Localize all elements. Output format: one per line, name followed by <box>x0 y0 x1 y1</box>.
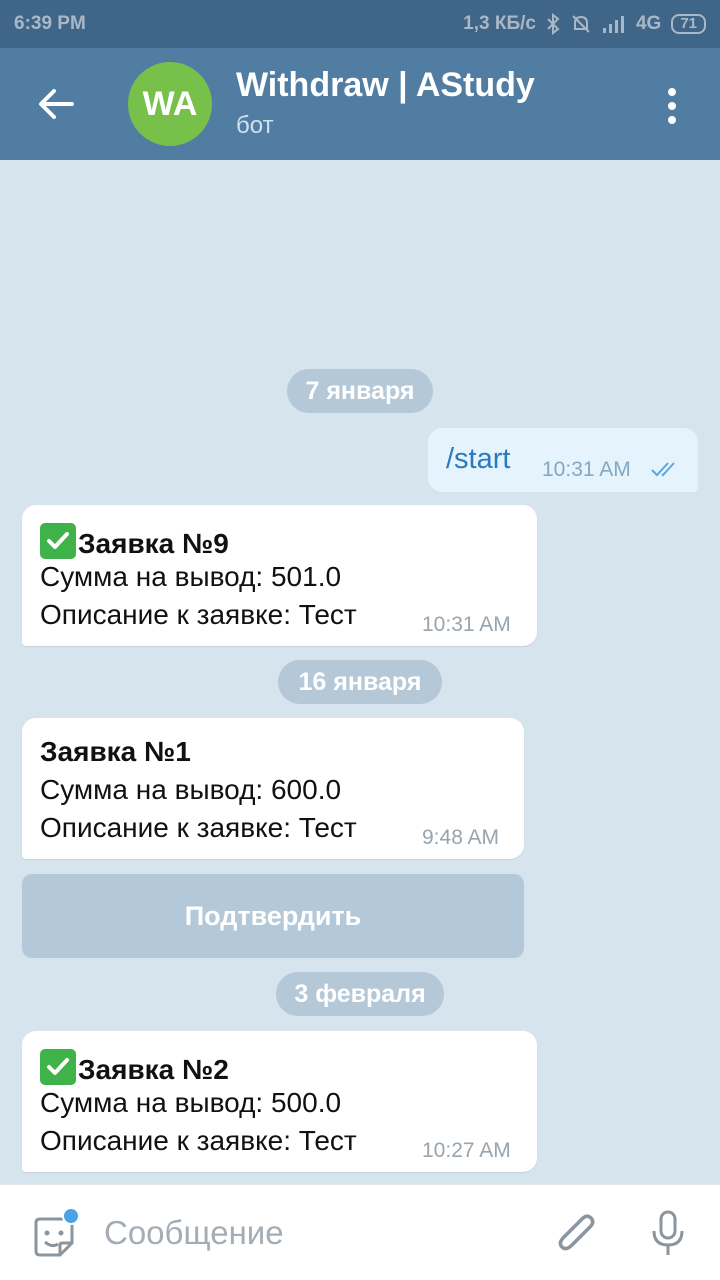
notification-dot <box>62 1207 80 1225</box>
signal-icon <box>602 16 624 33</box>
date-separator: 3 февраля <box>276 972 444 1016</box>
network-type: 4G <box>635 13 662 34</box>
status-time: 6:39 PM <box>14 13 86 34</box>
message-time: 10:31 AM <box>542 458 631 481</box>
date-separator: 16 января <box>278 660 442 704</box>
incoming-message[interactable]: Заявка №2 Сумма на вывод: 500.0 Описание… <box>22 1031 537 1172</box>
message-description: Описание к заявке: Тест <box>40 812 357 843</box>
message-time: 10:27 AM <box>422 1139 511 1162</box>
message-input[interactable] <box>104 1211 524 1255</box>
message-time: 10:31 AM <box>422 613 511 636</box>
message-description: Описание к заявке: Тест <box>40 1125 357 1156</box>
message-text[interactable]: /start <box>446 443 510 476</box>
incoming-message[interactable]: Заявка №1 Сумма на вывод: 600.0 Описание… <box>22 718 524 859</box>
chat-header: WA Withdraw | AStudy бот <box>0 48 720 160</box>
double-check-icon <box>651 462 675 477</box>
more-vert-icon[interactable] <box>664 86 680 126</box>
mute-icon <box>572 15 590 33</box>
chat-subtitle: бот <box>236 112 274 139</box>
avatar[interactable]: WA <box>128 62 212 146</box>
date-separator: 7 января <box>287 369 433 413</box>
message-title: Заявка №9 <box>40 523 229 560</box>
attach-icon[interactable] <box>554 1209 600 1259</box>
status-bar: 6:39 PM 1,3 КБ/с 4G 71 <box>0 0 720 48</box>
back-arrow-icon[interactable] <box>34 84 78 124</box>
chat-title[interactable]: Withdraw | AStudy <box>236 66 535 105</box>
message-composer <box>0 1184 720 1280</box>
bluetooth-icon <box>547 13 560 35</box>
mic-icon[interactable] <box>650 1209 686 1259</box>
message-title: Заявка №1 <box>40 736 191 767</box>
message-time: 9:48 AM <box>422 826 500 849</box>
outgoing-message[interactable]: /start 10:31 AM <box>428 428 698 492</box>
message-amount: Сумма на вывод: 600.0 <box>40 774 342 805</box>
confirm-button[interactable]: Подтвердить <box>22 874 524 958</box>
message-title: Заявка №2 <box>40 1049 229 1086</box>
message-description: Описание к заявке: Тест <box>40 599 357 630</box>
incoming-message[interactable]: Заявка №9 Сумма на вывод: 501.0 Описание… <box>22 505 537 646</box>
message-amount: Сумма на вывод: 500.0 <box>40 1087 342 1118</box>
net-speed: 1,3 КБ/с <box>463 13 536 34</box>
status-indicators: 1,3 КБ/с 4G 71 <box>463 13 706 35</box>
message-amount: Сумма на вывод: 501.0 <box>40 561 342 592</box>
check-mark-icon <box>40 523 76 559</box>
check-mark-icon <box>40 1049 76 1085</box>
battery-level: 71 <box>671 14 706 34</box>
